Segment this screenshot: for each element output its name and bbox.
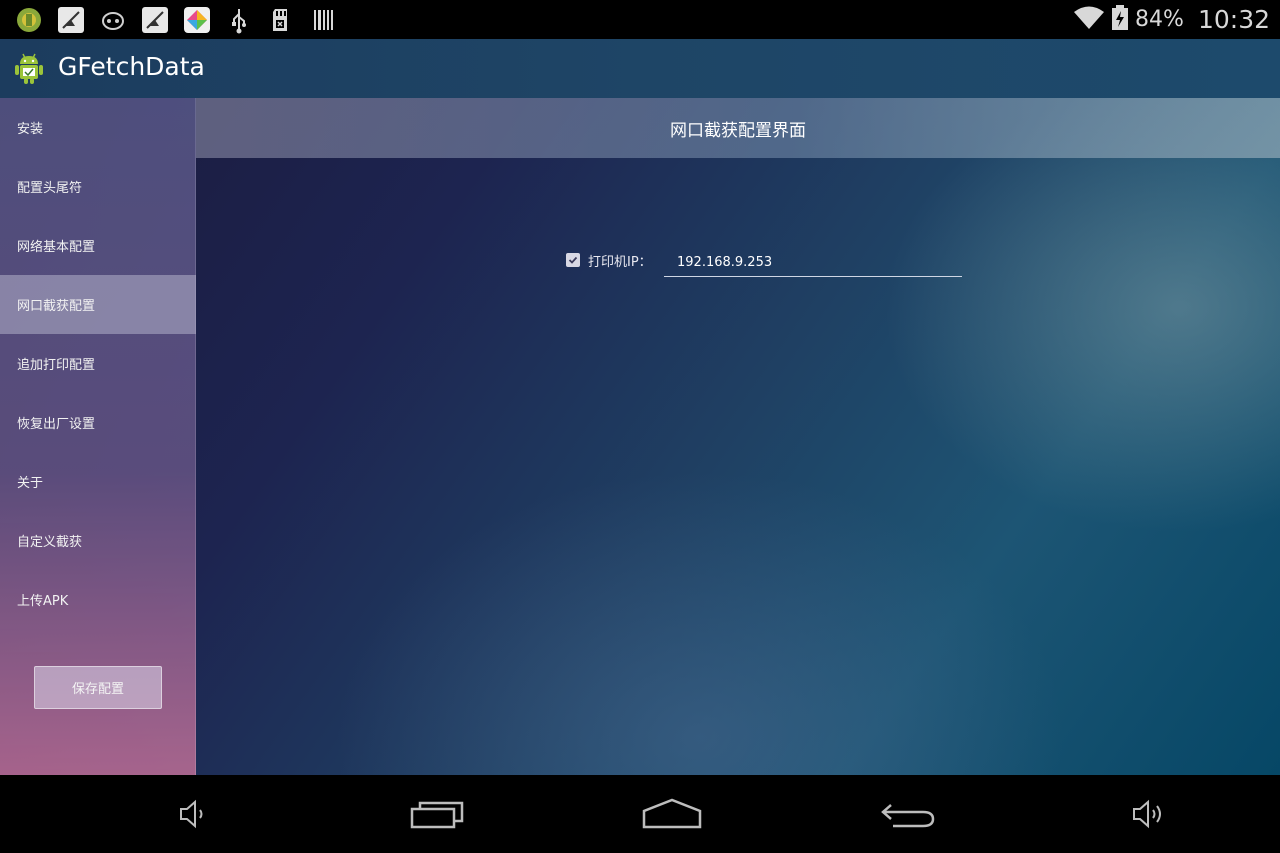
sidebar-item-custom-capture[interactable]: 自定义截获 [0,511,196,570]
system-nav-bar [0,775,1280,853]
wifi-icon [1073,5,1105,35]
app-title: GFetchData [58,52,205,81]
sidebar: 安装 配置头尾符 网络基本配置 网口截获配置 追加打印配置 恢复出厂设置 关于 … [0,98,196,775]
no-signal-icon [140,5,170,35]
sidebar-item-label: 关于 [17,476,44,491]
barcode-icon [308,5,338,35]
sidebar-item-network-basic-config[interactable]: 网络基本配置 [0,216,196,275]
sidebar-item-label: 网口截获配置 [17,299,96,314]
page-title: 网口截获配置界面 [670,120,806,141]
main-area: 安装 配置头尾符 网络基本配置 网口截获配置 追加打印配置 恢复出厂设置 关于 … [0,98,1280,775]
checkmark-icon [568,256,578,264]
sidebar-item-header-footer-config[interactable]: 配置头尾符 [0,157,196,216]
sidebar-item-factory-reset[interactable]: 恢复出厂设置 [0,393,196,452]
sidebar-item-label: 网络基本配置 [17,240,96,255]
printer-ip-input[interactable] [664,248,962,277]
usb-icon [224,5,254,35]
action-bar: GFetchData [0,39,1280,98]
robot-icon [98,5,128,35]
printer-ip-row: 打印机IP： [566,248,966,278]
no-signal-icon [56,5,86,35]
back-icon[interactable] [878,791,938,837]
sidebar-item-label: 自定义截获 [17,535,83,550]
printer-ip-checkbox[interactable] [566,253,580,267]
sidebar-item-label: 恢复出厂设置 [17,417,96,432]
volume-up-icon[interactable] [1128,791,1168,837]
sidebar-item-label: 配置头尾符 [17,181,83,196]
color-app-icon [182,5,212,35]
sidebar-item-label: 追加打印配置 [17,358,96,373]
content-header: 网口截获配置界面 [196,98,1280,158]
sidebar-item-label: 安装 [17,122,44,137]
sidebar-item-label: 上传APK [17,594,69,609]
home-icon[interactable] [640,791,704,837]
sidebar-item-port-capture-config[interactable]: 网口截获配置 [0,275,196,334]
sidebar-item-append-print-config[interactable]: 追加打印配置 [0,334,196,393]
sidebar-item-about[interactable]: 关于 [0,452,196,511]
status-bar: 84% 10:32 [0,0,1280,39]
notification-icons [14,4,338,36]
save-config-button[interactable]: 保存配置 [34,666,162,709]
status-indicators: 84% 10:32 [1073,0,1270,39]
clock: 10:32 [1197,5,1270,34]
sidebar-item-upload-apk[interactable]: 上传APK [0,570,196,629]
android-app-icon [14,5,44,35]
printer-ip-label: 打印机IP： [588,255,652,270]
recent-apps-icon[interactable] [406,791,468,837]
battery-percent: 84% [1135,7,1184,32]
battery-icon [1111,4,1129,35]
sidebar-item-install[interactable]: 安装 [0,98,196,157]
android-icon [14,52,44,84]
sd-card-icon [266,5,296,35]
volume-down-icon[interactable] [174,791,214,837]
